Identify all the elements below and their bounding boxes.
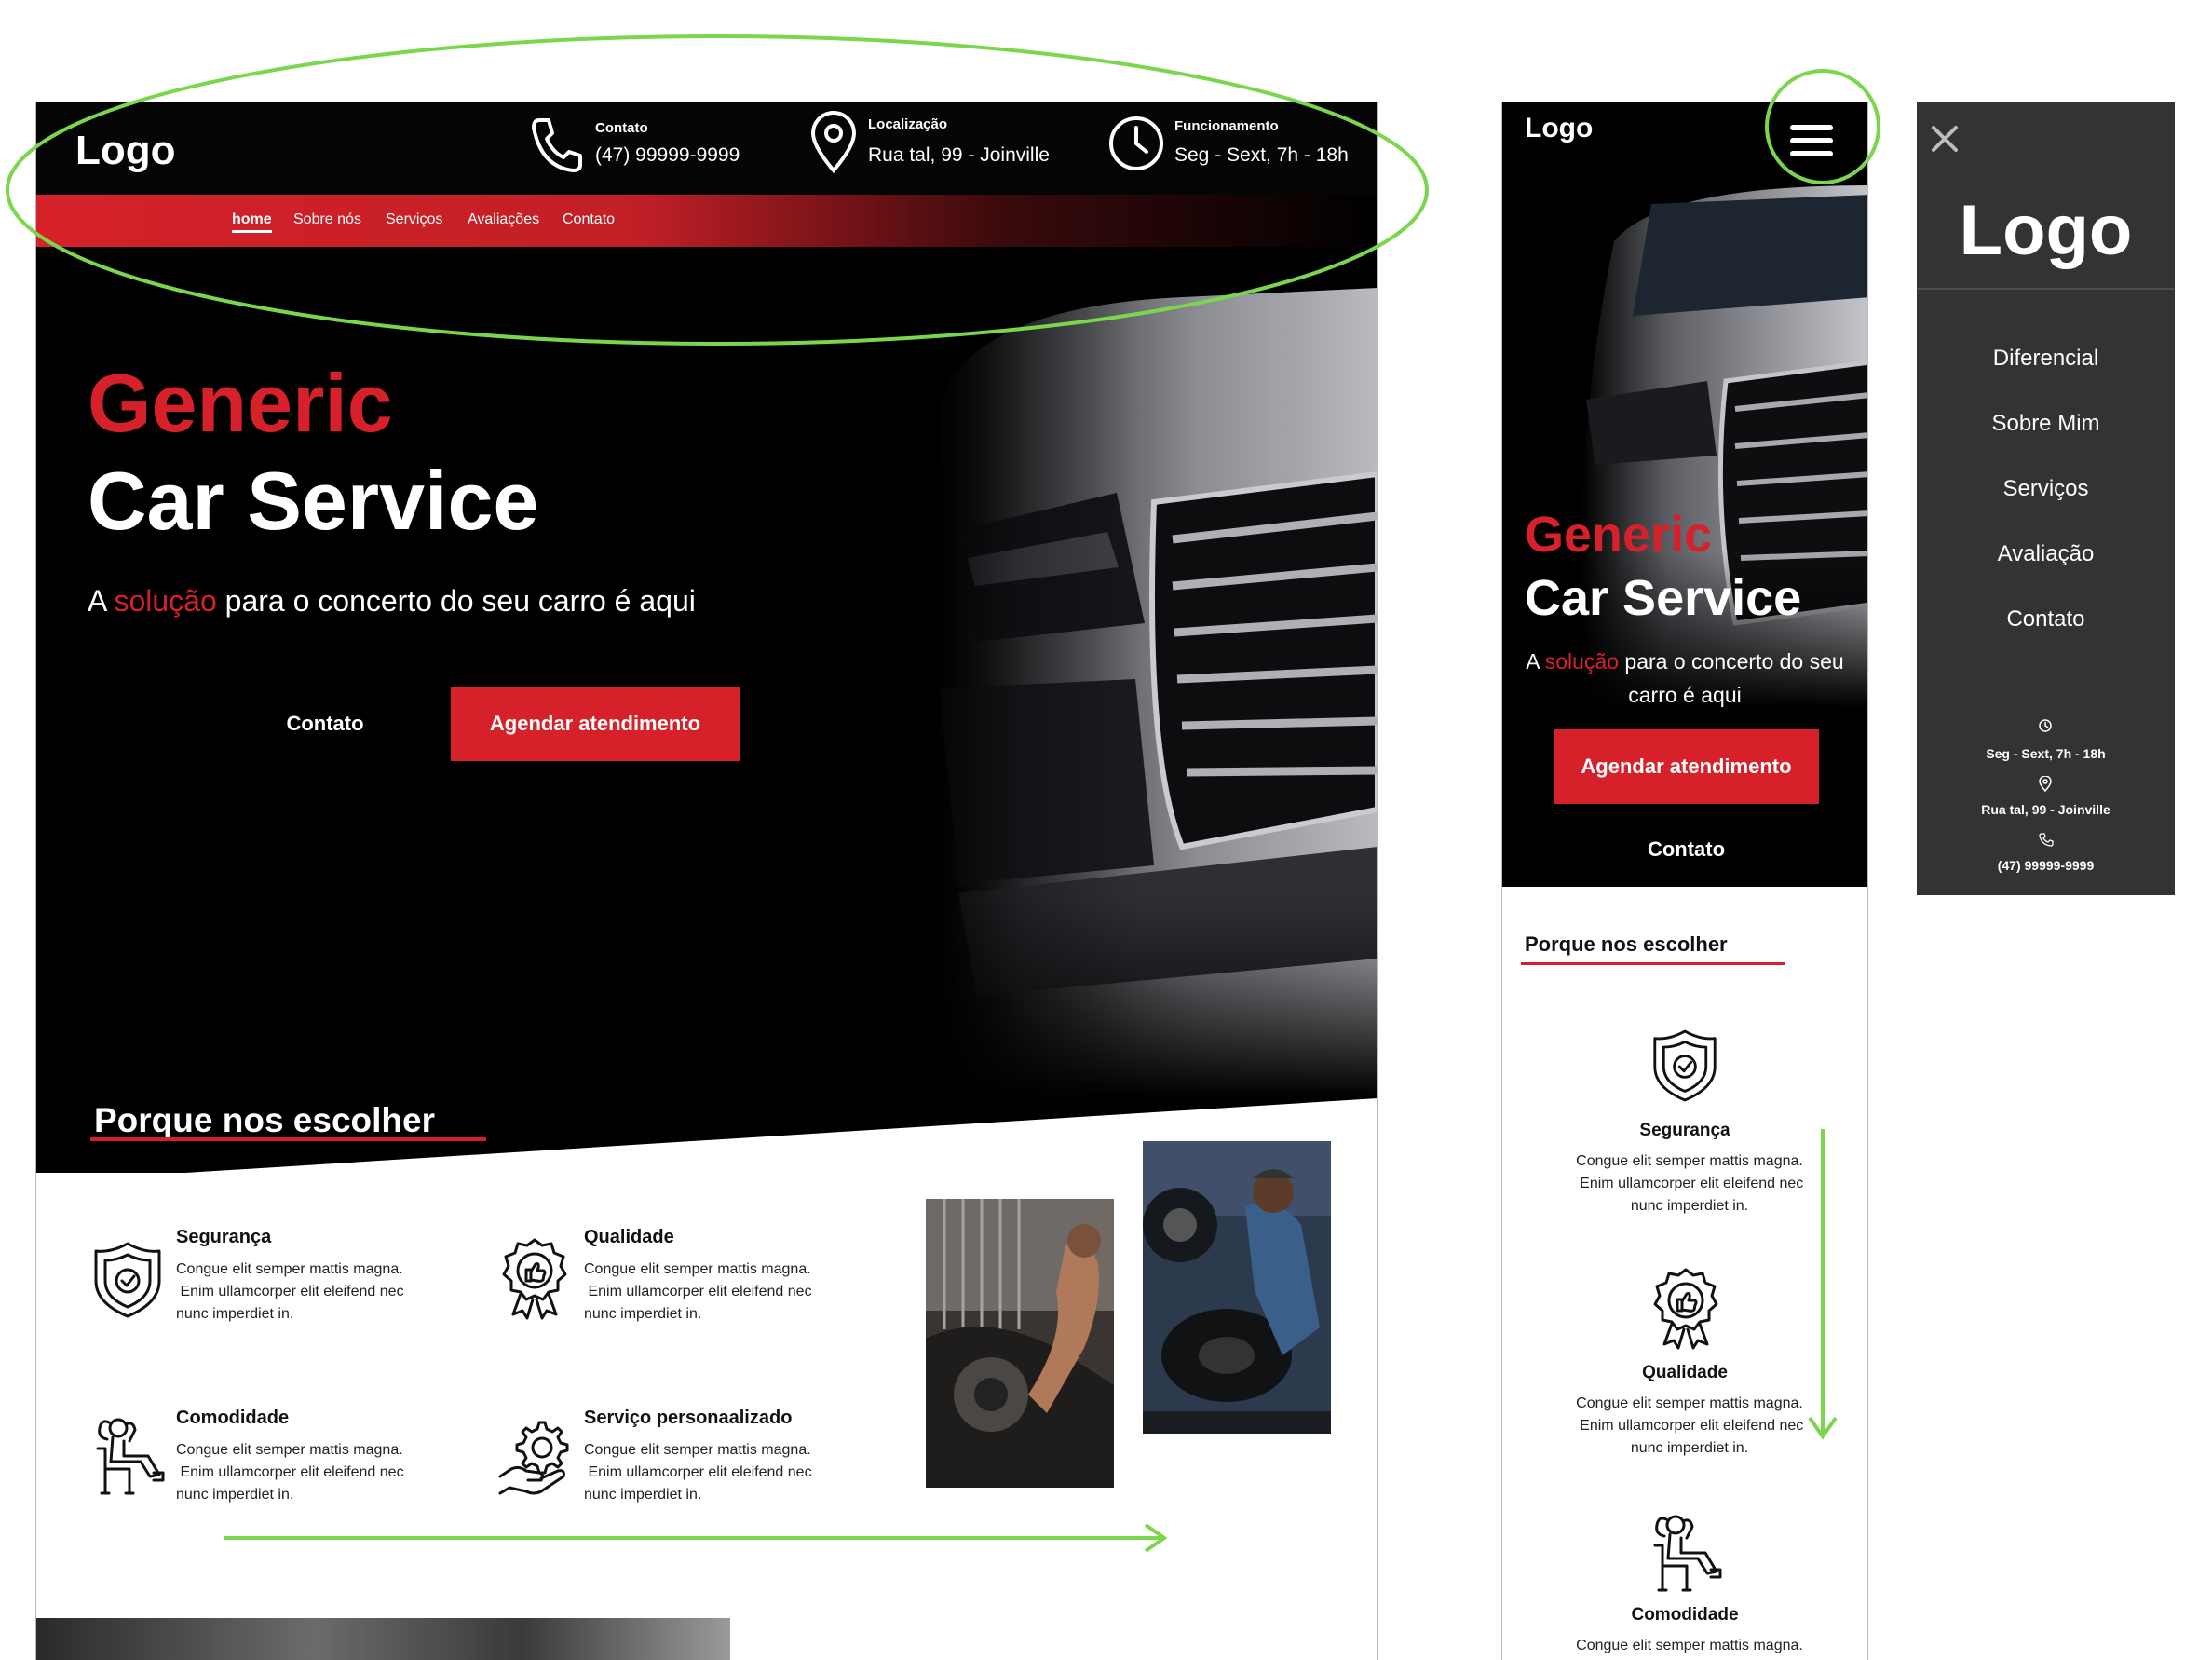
mobile-logo[interactable]: Logo [1525,113,1593,144]
side-menu-item-avaliacao[interactable]: Avaliação [1917,541,2175,567]
shield-icon [94,1242,161,1318]
nav-home[interactable]: home [232,211,272,233]
hero-title-car-service: Car Service [88,455,539,547]
gear-hand-icon [498,1421,569,1495]
phone-icon [532,118,582,172]
feature-desc-comodidade: Congue elit semper mattis magna. Enim ul… [176,1442,404,1503]
quality-badge-icon [502,1238,567,1320]
mobile-feature-title-comodidade: Comodidade [1631,1605,1739,1625]
why-choose-us-title: Porque nos escolher [94,1101,435,1139]
side-menu-clock-icon [2039,719,2052,732]
close-icon[interactable] [1926,120,1963,157]
side-menu-location-icon [2039,776,2052,793]
location-label: Localização [868,116,948,132]
side-menu-phone[interactable]: (47) 99999-9999 [1917,858,2175,873]
mobile-feature-title-qualidade: Qualidade [1642,1363,1728,1382]
clock-icon [1109,116,1163,170]
side-menu-item-servicos[interactable]: Serviços [1917,476,2175,502]
title-underline [90,1137,486,1141]
mobile-feature-desc-qualidade: Congue elit semper mattis magna. Enim ul… [1575,1395,1804,1456]
feature-title-qualidade: Qualidade [584,1227,674,1247]
side-menu-hours: Seg - Sext, 7h - 18h [1986,746,2106,761]
mobile-contato-button[interactable]: Contato [1633,837,1740,862]
mobile-feature-desc-comodidade: Congue elit semper mattis magna. [1576,1638,1803,1653]
side-menu-logo[interactable]: Logo [1917,190,2175,271]
side-menu-item-contato[interactable]: Contato [1917,606,2175,633]
hours-value: Seg - Sext, 7h - 18h [1174,144,1349,166]
mechanic-tire-photo [1143,1141,1331,1434]
mobile-relaxing-person-icon [1653,1515,1722,1592]
side-menu-item-sobre-mim[interactable]: Sobre Mim [1917,411,2175,437]
mobile-feature-desc-seguranca: Congue elit semper mattis magna. Enim ul… [1575,1153,1804,1214]
nav-about[interactable]: Sobre nós [293,211,361,228]
location-pin-icon [810,111,857,174]
mobile-shield-icon [1653,1029,1717,1102]
logo[interactable]: Logo [75,128,176,174]
nav-contact[interactable]: Contato [563,211,615,228]
hero-title-generic: Generic [88,357,393,449]
mobile-quality-badge-icon [1653,1268,1718,1350]
side-menu-drawer: Logo Diferencial Sobre Mim Serviços Aval… [1917,102,2175,895]
mobile-title-underline [1521,962,1785,965]
next-section-image [36,1618,730,1660]
hamburger-menu-icon[interactable] [1784,113,1839,169]
hero-car-image [902,288,1377,1098]
desktop-page: Logo Contato (47) 99999-9999 Localização… [35,102,1378,1660]
side-menu-item-diferencial[interactable]: Diferencial [1917,346,2175,372]
nav-services[interactable]: Serviços [386,211,442,228]
feature-title-comodidade: Comodidade [176,1408,290,1428]
feature-desc-qualidade: Congue elit semper mattis magna. Enim ul… [584,1261,812,1322]
feature-desc-servico-personalizado: Congue elit semper mattis magna. Enim ul… [584,1442,812,1503]
mobile-hero-section: Logo Generic Car Service A solução para … [1502,102,1867,887]
mobile-hero-subtitle: A solução para o concerto do seu carro é… [1526,649,1844,707]
location-address: Rua tal, 99 - Joinville [868,144,1050,166]
hours-label: Funcionamento [1174,118,1279,134]
hero-subtitle: A solução para o concerto do seu carro é… [88,584,696,618]
mobile-agendar-button[interactable]: Agendar atendimento [1554,729,1819,804]
contact-label: Contato [595,120,648,136]
side-menu-divider [1917,288,2175,290]
feature-title-seguranca: Segurança [176,1227,272,1247]
mobile-feature-title-seguranca: Segurança [1639,1121,1730,1140]
mobile-hero-title-car-service: Car Service [1525,570,1802,626]
feature-desc-seguranca: Congue elit semper mattis magna. Enim ul… [176,1261,404,1322]
mobile-why-title: Porque nos escolher [1525,932,1728,956]
contato-button[interactable]: Contato [246,687,404,761]
nav-reviews[interactable]: Avaliações [468,211,539,228]
mobile-page: Logo Generic Car Service A solução para … [1501,102,1868,1660]
mobile-hero-title-generic: Generic [1525,507,1713,563]
relaxing-person-icon [96,1418,165,1495]
side-menu-address: Rua tal, 99 - Joinville [1981,802,2110,817]
agendar-atendimento-button[interactable]: Agendar atendimento [451,687,740,761]
mechanic-engine-photo [926,1199,1114,1488]
hero-section: Logo Contato (47) 99999-9999 Localização… [36,102,1377,1173]
contact-phone[interactable]: (47) 99999-9999 [595,144,740,167]
mobile-hero-car-image [1549,185,1867,707]
side-menu-phone-icon [2039,833,2054,847]
feature-title-servico-personalizado: Serviço personaalizado [584,1408,793,1428]
